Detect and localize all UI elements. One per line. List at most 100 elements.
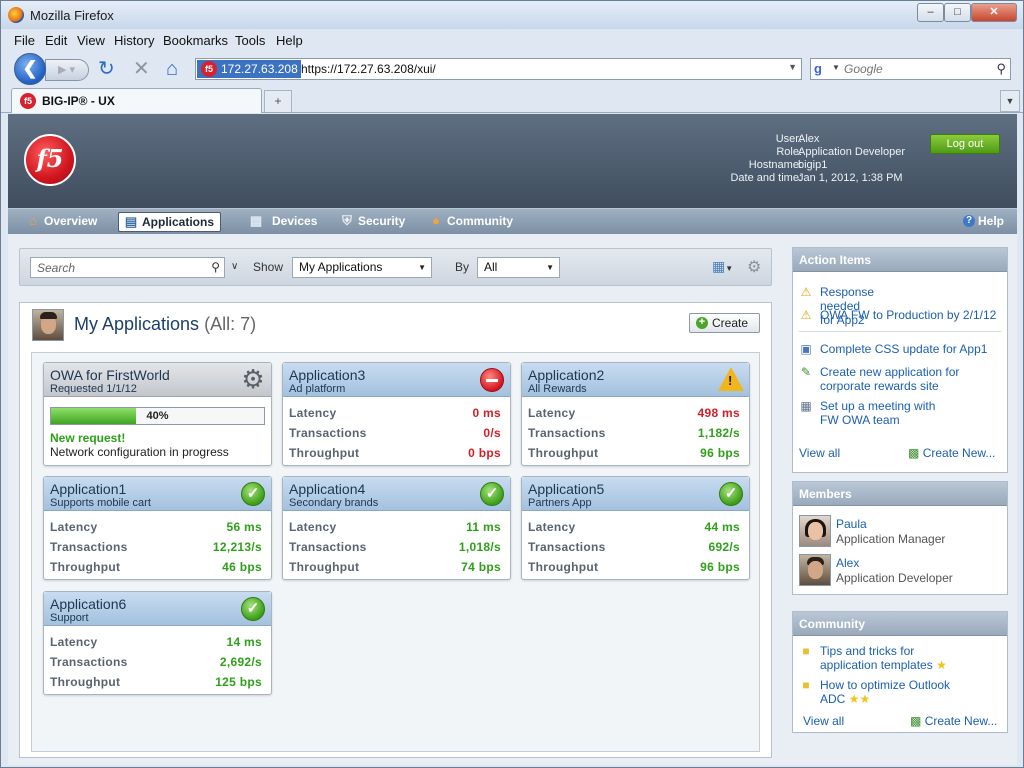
chevron-down-icon: ▼ <box>418 263 426 272</box>
show-select[interactable]: My Applications ▼ <box>292 257 432 278</box>
search-icon[interactable]: ⚲ <box>211 260 220 274</box>
nav-overview[interactable]: ⌂ Overview <box>25 212 97 232</box>
stop-icon[interactable]: ✕ <box>133 59 150 79</box>
menu-history[interactable]: History <box>114 33 154 48</box>
transactions-value: 692/s <box>708 540 740 554</box>
metric-row: Latency 14 ms <box>50 635 262 649</box>
community-title: Community <box>793 612 1007 636</box>
nav-devices[interactable]: ▩ Devices <box>244 212 318 232</box>
chevron-down-icon[interactable]: ▼ <box>832 63 840 72</box>
view-all-link[interactable]: View all <box>803 714 844 728</box>
warning-icon: ! <box>718 367 744 391</box>
app-card-application2[interactable]: Application2 All Rewards ! Latency 498 ms… <box>521 362 750 466</box>
metric-row: Throughput 0 bps <box>289 446 501 460</box>
app-search-input[interactable]: Search ⚲ <box>30 257 225 278</box>
plus-icon: + <box>696 317 708 329</box>
checkmark-icon: ✓ <box>241 482 265 506</box>
throughput-value: 96 bps <box>700 446 740 460</box>
app-card-application6[interactable]: Application6 Support ✓ Latency 14 ms Tran… <box>43 591 272 695</box>
metric-row: Throughput 46 bps <box>50 560 262 574</box>
web-search-input[interactable] <box>844 61 984 77</box>
app-cards-area: OWA for FirstWorld Requested 1/1/12 ⚙ 40… <box>31 352 760 752</box>
back-button[interactable]: ❮ <box>14 53 46 85</box>
menu-edit[interactable]: Edit <box>45 33 67 48</box>
devices-icon: ▩ <box>249 213 263 228</box>
maximize-button[interactable]: □ <box>944 3 971 22</box>
tab-big-ip-ux[interactable]: f5 BIG-IP® - UX <box>11 88 262 113</box>
tab-label: BIG-IP® - UX <box>42 94 115 108</box>
avatar <box>32 309 64 341</box>
nav-applications[interactable]: ▤ Applications <box>118 212 222 232</box>
forward-button[interactable]: ▶ ▾ <box>45 59 89 81</box>
chevron-down-icon: ▼ <box>546 263 554 272</box>
expand-chevron-icon[interactable]: ∨ <box>231 261 238 272</box>
app-card-application4[interactable]: Application4 Secondary brands ✓ Latency 1… <box>282 476 511 580</box>
new-tab-button[interactable]: + <box>264 90 292 112</box>
view-all-link[interactable]: View all <box>799 446 840 460</box>
chevron-down-icon[interactable]: ▼ <box>788 62 797 72</box>
member-name[interactable]: Paula <box>836 517 867 531</box>
nav-help[interactable]: ? Help <box>963 212 1004 232</box>
divider <box>799 331 1001 332</box>
app-card-application3[interactable]: Application3 Ad platform Latency 0 ms Tra… <box>282 362 511 466</box>
app-card-application1[interactable]: Application1 Supports mobile cart ✓ Late… <box>43 476 272 580</box>
minimize-button[interactable]: – <box>917 3 944 22</box>
close-button[interactable]: ✕ <box>971 3 1017 22</box>
create-button[interactable]: + Create <box>689 313 760 333</box>
create-new-link[interactable]: ▩ Create New... <box>910 714 997 728</box>
throughput-value: 0 bps <box>468 446 501 460</box>
menu-bar: File Edit View History Bookmarks Tools H… <box>1 31 1023 51</box>
menu-bookmarks[interactable]: Bookmarks <box>163 33 228 48</box>
page-content: f5 User: Role: Hostname: Date and time: … <box>8 114 1017 765</box>
search-icon[interactable]: ⚲ <box>996 61 1006 77</box>
nav-security[interactable]: ⛨ Security <box>339 212 405 232</box>
reload-icon[interactable]: ↻ <box>98 59 115 79</box>
home-icon[interactable]: ⌂ <box>166 59 178 79</box>
site-identity[interactable]: f5 172.27.63.208 <box>197 60 301 78</box>
menu-tools[interactable]: Tools <box>235 33 265 48</box>
main-nav: ⌂ Overview ▤ Applications ▩ Devices ⛨ Se… <box>8 208 1017 234</box>
latency-value: 498 ms <box>697 406 740 420</box>
f5-favicon-icon: f5 <box>20 93 36 109</box>
member-name[interactable]: Alex <box>836 556 859 570</box>
f5-logo: f5 <box>24 134 76 186</box>
gear-icon[interactable]: ⚙ <box>241 366 265 392</box>
note-icon: ■ <box>802 678 810 692</box>
address-bar[interactable]: f5 172.27.63.208 https://172.27.63.208/x… <box>195 58 802 80</box>
metric-row: Transactions 1,182/s <box>528 426 740 440</box>
user-info-labels: User: Role: Hostname: Date and time: <box>730 133 802 185</box>
star-icon: ★ <box>848 692 860 706</box>
members-title: Members <box>793 482 1007 506</box>
detail-line: Network configuration in progress <box>50 445 229 459</box>
nav-community[interactable]: ● Community <box>428 212 513 232</box>
metric-row: Throughput 96 bps <box>528 446 740 460</box>
tab-list-button[interactable]: ▼ <box>1000 90 1020 112</box>
menu-view[interactable]: View <box>77 33 105 48</box>
applications-icon: ▤ <box>124 214 138 229</box>
add-note-icon: ▩ <box>910 714 922 728</box>
create-new-link[interactable]: ▩ Create New... <box>908 446 995 460</box>
throughput-value: 125 bps <box>215 675 262 689</box>
google-icon[interactable]: g <box>814 61 830 77</box>
community-panel: Community ■ Tips and tricks for applicat… <box>792 611 1008 733</box>
settings-gear-icon[interactable]: ⚙ <box>747 257 761 277</box>
view-mode-icon[interactable]: ▦▼ <box>712 258 733 275</box>
throughput-value: 96 bps <box>700 560 740 574</box>
app-card-pending[interactable]: OWA for FirstWorld Requested 1/1/12 ⚙ 40… <box>43 362 272 466</box>
latency-value: 0 ms <box>472 406 501 420</box>
menu-help[interactable]: Help <box>276 33 303 48</box>
url-text[interactable]: https://172.27.63.208/xui/ <box>301 62 436 76</box>
metric-row: Transactions 2,692/s <box>50 655 262 669</box>
metric-row: Transactions 0/s <box>289 426 501 440</box>
hostname-label: Hostname: <box>748 159 802 171</box>
logout-button[interactable]: Log out <box>930 134 1000 154</box>
app-name: Application6 <box>50 596 127 612</box>
app-card-application5[interactable]: Application5 Partners App ✓ Latency 44 ms… <box>521 476 750 580</box>
browser-window: Mozilla Firefox – □ ✕ File Edit View His… <box>0 0 1024 768</box>
app-name: Application1 <box>50 481 127 497</box>
app-subtitle: Supports mobile cart <box>50 497 151 509</box>
web-search-box[interactable]: g ▼ ⚲ <box>810 58 1011 80</box>
by-select[interactable]: All ▼ <box>477 257 560 278</box>
progress-bar: 40% <box>50 407 265 425</box>
menu-file[interactable]: File <box>14 33 35 48</box>
